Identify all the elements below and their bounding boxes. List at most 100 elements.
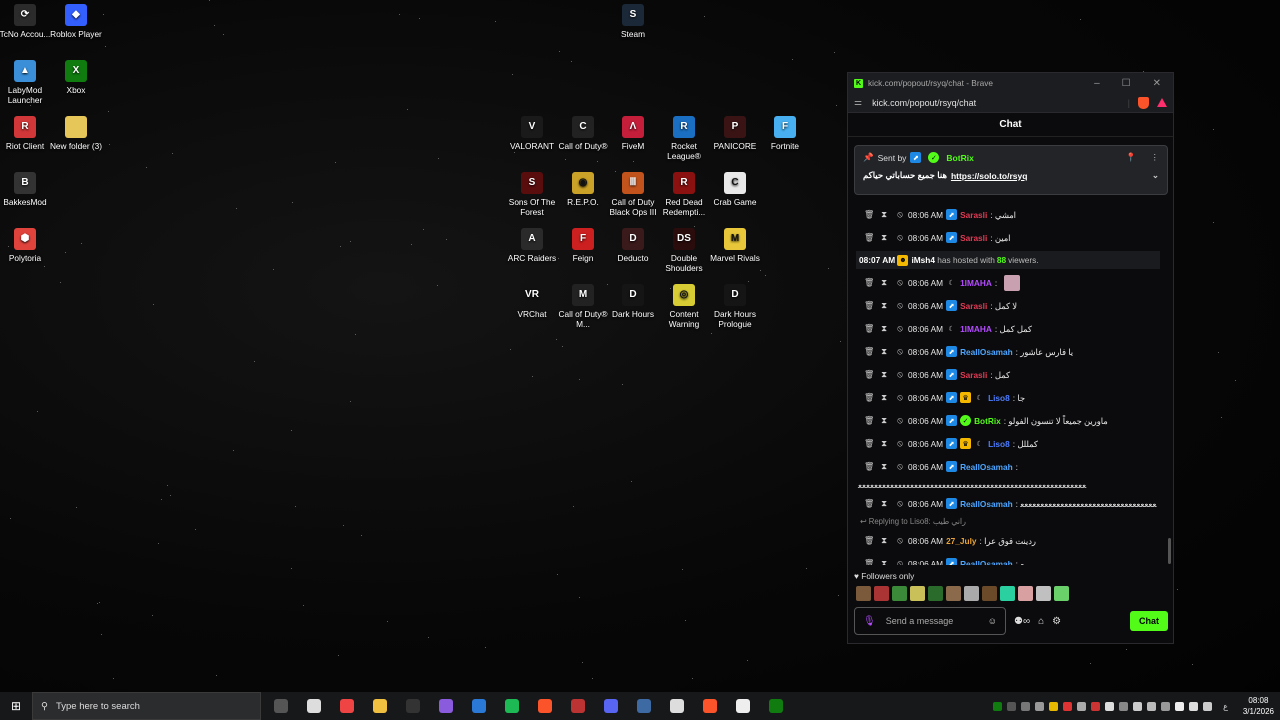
reply-context[interactable]: ↩ Replying to Liso8: راني طيب (848, 515, 1168, 529)
message-username[interactable]: Sarasli (960, 210, 987, 220)
desktop-icon[interactable]: V VALORANT (503, 116, 561, 151)
ban-icon[interactable]: ⦸ (896, 438, 904, 449)
minimize-button[interactable]: – (1094, 78, 1100, 89)
emote-icon[interactable] (982, 586, 997, 601)
microphone-icon[interactable] (1119, 701, 1129, 711)
timeout-icon[interactable]: ⧗ (880, 498, 888, 509)
timeout-icon[interactable]: ⧗ (880, 535, 888, 546)
chat-message[interactable]: 🗑 ⧗ ⦸ 08:06 AM ⬈ ReallOsamah: ﻌﻌﻌﻌﻌﻌﻌﻌﻌﻌﻌﻌﻌﻌﻌ… (848, 492, 1168, 515)
ban-icon[interactable]: ⦸ (896, 209, 904, 220)
brave-rewards-icon[interactable] (1157, 98, 1167, 107)
chat-message[interactable]: 🗑 ⧗ ⦸ 08:06 AM ⬈ ReallOsamah: يا فارس عاشور (848, 340, 1168, 363)
clock[interactable]: 08:08 3/1/2026 (1243, 695, 1274, 717)
emote-icon[interactable] (946, 586, 961, 601)
pinned-user[interactable]: BotRix (946, 153, 973, 163)
message-username[interactable]: ReallOsamah (960, 462, 1013, 472)
desktop-icon[interactable]: R Riot Client (0, 116, 54, 151)
delete-icon[interactable]: 🗑 (864, 558, 875, 565)
timeout-icon[interactable]: ⧗ (880, 392, 888, 403)
tray-xbox-icon[interactable] (993, 701, 1003, 711)
brave-2-icon[interactable] (698, 694, 722, 718)
delete-icon[interactable]: 🗑 (864, 232, 875, 243)
headset-icon[interactable] (1077, 701, 1087, 711)
game-launcher-icon[interactable] (566, 694, 590, 718)
timeout-icon[interactable]: ⧗ (880, 558, 888, 565)
task-view-icon[interactable] (269, 694, 293, 718)
discord-ptb-icon[interactable] (434, 694, 458, 718)
timeout-icon[interactable]: ⧗ (880, 461, 888, 472)
brave-icon[interactable] (533, 694, 557, 718)
message-username[interactable]: 1IMAHA (960, 324, 992, 334)
steam-icon[interactable] (632, 694, 656, 718)
desktop-icon[interactable]: ◎ Content Warning (655, 284, 713, 329)
desktop-icon[interactable]: X Xbox (47, 60, 105, 95)
settings-gear-icon[interactable]: ⚙ (1052, 616, 1061, 627)
desktop-icon[interactable]: VR VRChat (503, 284, 561, 319)
desktop-icon[interactable]: S Steam (604, 4, 662, 39)
xbox-icon[interactable] (764, 694, 788, 718)
message-username[interactable]: ReallOsamah (960, 559, 1013, 566)
chrome-icon[interactable] (335, 694, 359, 718)
g-app-icon[interactable] (665, 694, 689, 718)
message-username[interactable]: ReallOsamah (960, 347, 1013, 357)
desktop-icon[interactable]: B BakkesMod (0, 172, 54, 207)
desktop-icon[interactable]: S Sons Of The Forest (503, 172, 561, 217)
maximize-button[interactable]: ☐ (1122, 78, 1131, 89)
message-username[interactable]: ReallOsamah (960, 499, 1013, 509)
tray-app-icon[interactable] (1133, 701, 1143, 711)
ban-icon[interactable]: ⦸ (896, 415, 904, 426)
ms-store-icon[interactable] (731, 694, 755, 718)
rewards-icon[interactable]: ⚉∞ (1014, 616, 1030, 627)
store-icon[interactable] (467, 694, 491, 718)
ban-icon[interactable]: ⦸ (896, 558, 904, 565)
tray-app-icon[interactable] (1007, 701, 1017, 711)
voice-icon[interactable]: 🎙 (863, 616, 876, 627)
delete-icon[interactable]: 🗑 (864, 346, 875, 357)
desktop-icon[interactable]: R Red Dead Redempti... (655, 172, 713, 217)
delete-icon[interactable]: 🗑 (864, 277, 875, 288)
chat-message[interactable]: 🗑 ⧗ ⦸ 08:06 AM ⬈ ReallOsamah: (848, 455, 1168, 478)
message-username[interactable]: 27_July (946, 536, 976, 546)
chat-message[interactable]: 🗑 ⧗ ⦸ 08:06 AM ⬈ Sarasli: امشي (848, 203, 1168, 226)
site-settings-icon[interactable]: ⚌ (854, 97, 862, 108)
desktop-icon[interactable]: ▲ LabyMod Launcher (0, 60, 54, 105)
tray-app-icon[interactable] (1035, 701, 1045, 711)
tray-app-icon[interactable] (1161, 701, 1171, 711)
chat-messages[interactable]: 🗑 ⧗ ⦸ 08:06 AM ⬈ Sarasli: امشي 🗑 ⧗ ⦸ 08:06 AM ⬈ Sar… (848, 203, 1168, 565)
timeout-icon[interactable]: ⧗ (880, 323, 888, 334)
desktop-icon[interactable]: Λ FiveM (604, 116, 662, 151)
steam-alt-icon[interactable] (302, 694, 326, 718)
ban-icon[interactable]: ⦸ (896, 535, 904, 546)
more-options-icon[interactable]: ⋮ (1151, 152, 1160, 163)
tray-app-icon[interactable] (1091, 701, 1101, 711)
ban-icon[interactable]: ⦸ (896, 300, 904, 311)
timeout-icon[interactable]: ⧗ (880, 300, 888, 311)
volume-icon[interactable] (1189, 701, 1199, 711)
tray-app-icon[interactable] (1063, 701, 1073, 711)
emote-icon[interactable] (910, 586, 925, 601)
emote-icon[interactable] (928, 586, 943, 601)
gift-icon[interactable]: ⌂ (1038, 616, 1044, 627)
ban-icon[interactable]: ⦸ (896, 392, 904, 403)
title-bar[interactable]: K kick.com/popout/rsyq/chat - Brave – ☐ … (848, 73, 1173, 93)
timeout-icon[interactable]: ⧗ (880, 277, 888, 288)
chat-message[interactable]: 🗑 ⧗ ⦸ 08:06 AM ☾ 1IMAHA: (848, 271, 1168, 294)
url-text[interactable]: kick.com/popout/rsyq/chat (872, 98, 976, 108)
timeout-icon[interactable]: ⧗ (880, 438, 888, 449)
spotify-icon[interactable] (500, 694, 524, 718)
brave-shields-icon[interactable] (1138, 96, 1149, 109)
tray-app-icon[interactable] (1021, 701, 1031, 711)
desktop-icon[interactable]: A ARC Raiders (503, 228, 561, 263)
delete-icon[interactable]: 🗑 (864, 415, 875, 426)
ban-icon[interactable]: ⦸ (896, 461, 904, 472)
delete-icon[interactable]: 🗑 (864, 535, 875, 546)
delete-icon[interactable]: 🗑 (864, 300, 875, 311)
tray-app-icon[interactable] (1147, 701, 1157, 711)
file-explorer-icon[interactable] (368, 694, 392, 718)
desktop-icon[interactable]: R Rocket League® (655, 116, 713, 161)
ban-icon[interactable]: ⦸ (896, 369, 904, 380)
timeout-icon[interactable]: ⧗ (880, 415, 888, 426)
message-username[interactable]: Liso8 (988, 439, 1010, 449)
chat-message[interactable]: 🗑 ⧗ ⦸ 08:06 AM 27_July: ردينت فوق عرا (848, 529, 1168, 552)
obs-icon[interactable] (401, 694, 425, 718)
